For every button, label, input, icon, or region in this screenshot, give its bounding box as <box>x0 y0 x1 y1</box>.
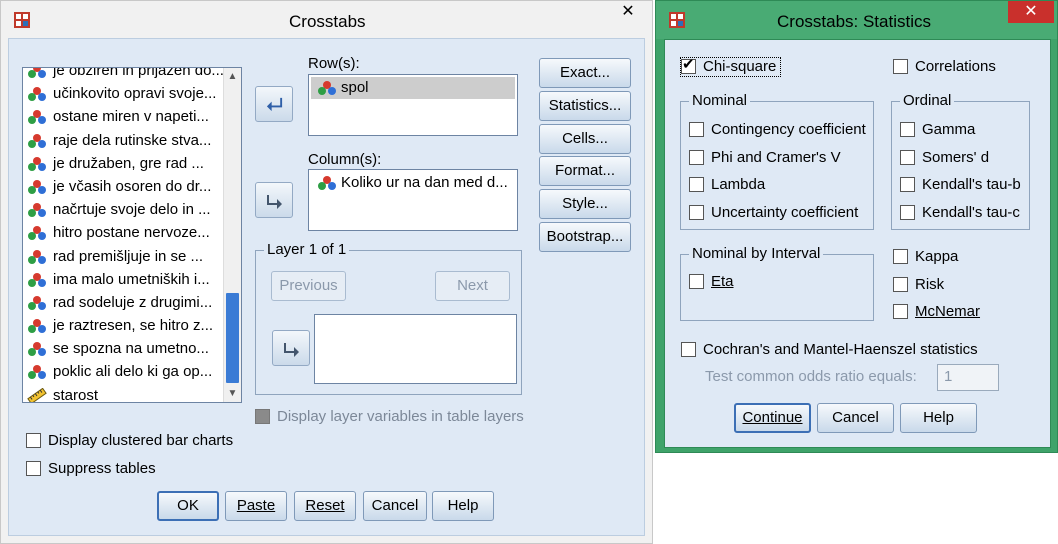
window-title: Crosstabs: Statistics <box>777 12 931 31</box>
scroll-up-arrow-icon[interactable]: ▲ <box>224 68 241 85</box>
kappa-checkbox[interactable]: Kappa <box>893 248 958 266</box>
nominal-variable-icon <box>28 295 46 310</box>
phi-cramers-v-checkbox[interactable]: Phi and Cramer's V <box>689 149 841 167</box>
display-clustered-bar-charts-checkbox[interactable]: Display clustered bar charts <box>26 432 233 450</box>
nominal-variable-icon <box>28 249 46 264</box>
somers-d-checkbox[interactable]: Somers' d <box>900 149 989 167</box>
paste-button[interactable]: Paste <box>225 491 287 521</box>
cancel-button[interactable]: Cancel <box>817 403 894 433</box>
nominal-variable-icon <box>28 365 46 380</box>
variable-list-scrollbar[interactable]: ▲ ▼ <box>223 68 241 402</box>
exact-button[interactable]: Exact... <box>539 58 631 88</box>
scale-ruler-icon <box>27 387 47 402</box>
cancel-button[interactable]: Cancel <box>363 491 427 521</box>
columns-field[interactable]: Koliko ur na dan med d... <box>308 169 518 231</box>
continue-button[interactable]: Continue <box>734 403 811 433</box>
nominal-variable-icon <box>28 342 46 357</box>
move-to-columns-button[interactable] <box>255 182 293 218</box>
rows-label: Row(s): <box>308 55 360 72</box>
gamma-checkbox[interactable]: Gamma <box>900 121 975 139</box>
uncertainty-coefficient-checkbox[interactable]: Uncertainty coefficient <box>689 204 858 222</box>
variable-list-item[interactable]: načrtuje svoje delo in ... <box>23 198 241 221</box>
ordinal-title: Ordinal <box>900 92 955 109</box>
previous-button[interactable]: Previous <box>271 271 346 301</box>
nominal-variable-icon <box>28 179 46 194</box>
nominal-variable-icon <box>28 68 46 78</box>
nominal-title: Nominal <box>689 92 751 109</box>
odds-ratio-input[interactable]: 1 <box>937 364 999 391</box>
variable-list-item[interactable]: starost <box>23 384 241 402</box>
kendalls-tau-c-checkbox[interactable]: Kendall's tau-c <box>900 204 1020 222</box>
correlations-checkbox[interactable]: Correlations <box>893 58 996 76</box>
eta-checkbox[interactable]: Eta <box>689 273 734 291</box>
arrow-left-icon <box>266 97 283 112</box>
window-title: Crosstabs <box>289 12 366 31</box>
layer-title: Layer 1 of 1 <box>264 241 350 258</box>
variable-list-item[interactable]: rad premišljuje in se ... <box>23 245 241 268</box>
variable-list-item[interactable]: hitro postane nervoze... <box>23 221 241 244</box>
scrollbar-thumb[interactable] <box>226 293 239 383</box>
nominal-variable-icon <box>28 203 46 218</box>
columns-variable[interactable]: Koliko ur na dan med d... <box>311 172 515 194</box>
statistics-titlebar[interactable]: Crosstabs: Statistics ✕ <box>656 1 1057 39</box>
help-button[interactable]: Help <box>900 403 977 433</box>
ok-button[interactable]: OK <box>157 491 219 521</box>
rows-selected-variable[interactable]: spol <box>311 77 515 99</box>
mcnemar-checkbox[interactable]: McNemar <box>893 303 980 321</box>
move-to-rows-button[interactable] <box>255 86 293 122</box>
variable-list-item[interactable]: je obziren in prijazen do... <box>23 68 241 82</box>
scroll-down-arrow-icon[interactable]: ▼ <box>224 385 241 402</box>
chi-square-checkbox[interactable]: Chi-square <box>679 56 782 77</box>
nominal-variable-icon <box>28 319 46 334</box>
nominal-variable-icon <box>28 110 46 125</box>
variable-list-item[interactable]: učinkovito opravi svoje... <box>23 82 241 105</box>
cochran-mantel-haenszel-checkbox[interactable]: Cochran's and Mantel-Haenszel statistics <box>681 341 978 359</box>
cells-button[interactable]: Cells... <box>539 123 631 154</box>
nominal-variable-icon <box>318 81 336 95</box>
format-button[interactable]: Format... <box>539 156 631 187</box>
variable-list-item[interactable]: je včasih osoren do dr... <box>23 175 241 198</box>
move-to-layer-button[interactable] <box>272 330 310 366</box>
close-button[interactable]: ✕ <box>605 1 651 23</box>
spss-app-icon <box>14 12 30 28</box>
variable-list-item[interactable]: se spozna na umetno... <box>23 337 241 360</box>
help-button[interactable]: Help <box>432 491 494 521</box>
test-common-odds-label: Test common odds ratio equals: <box>705 368 917 385</box>
columns-label: Column(s): <box>308 151 382 168</box>
nominal-variable-icon <box>28 133 46 148</box>
variable-list-item[interactable]: ima malo umetniških i... <box>23 268 241 291</box>
reset-button[interactable]: Reset <box>294 491 356 521</box>
arrow-right-icon <box>267 195 282 209</box>
nominal-variable-icon <box>28 226 46 241</box>
statistics-button[interactable]: Statistics... <box>539 90 631 121</box>
nominal-by-interval-title: Nominal by Interval <box>689 245 824 262</box>
suppress-tables-checkbox[interactable]: Suppress tables <box>26 460 156 478</box>
layer-field[interactable] <box>314 314 517 384</box>
risk-checkbox[interactable]: Risk <box>893 276 944 294</box>
contingency-coefficient-checkbox[interactable]: Contingency coefficient <box>689 121 866 139</box>
crosstabs-titlebar[interactable]: Crosstabs ✕ <box>1 1 652 39</box>
arrow-right-icon <box>284 343 299 357</box>
style-button[interactable]: Style... <box>539 189 631 220</box>
variable-list-item[interactable]: je raztresen, se hitro z... <box>23 314 241 337</box>
bootstrap-button[interactable]: Bootstrap... <box>539 222 631 252</box>
variable-list-item[interactable]: poklic ali delo ki ga op... <box>23 360 241 383</box>
rows-field[interactable]: spol <box>308 74 518 136</box>
variable-list-item[interactable]: ostane miren v napeti... <box>23 105 241 128</box>
nominal-variable-icon <box>28 87 46 102</box>
nominal-variable-icon <box>318 176 336 190</box>
display-layer-variables-checkbox[interactable]: Display layer variables in table layers <box>255 408 524 426</box>
variable-list-item[interactable]: je družaben, gre rad ... <box>23 152 241 175</box>
variable-list-item[interactable]: rad sodeluje z drugimi... <box>23 291 241 314</box>
kendalls-tau-b-checkbox[interactable]: Kendall's tau-b <box>900 176 1021 194</box>
variable-list-item[interactable]: raje dela rutinske stva... <box>23 129 241 152</box>
nominal-variable-icon <box>28 156 46 171</box>
next-button[interactable]: Next <box>435 271 510 301</box>
source-variable-list[interactable]: je obziren in prijazen do... učinkovito o… <box>22 67 242 403</box>
nominal-variable-icon <box>28 272 46 287</box>
spss-app-icon <box>669 12 685 28</box>
close-button[interactable]: ✕ <box>1008 1 1054 23</box>
lambda-checkbox[interactable]: Lambda <box>689 176 765 194</box>
